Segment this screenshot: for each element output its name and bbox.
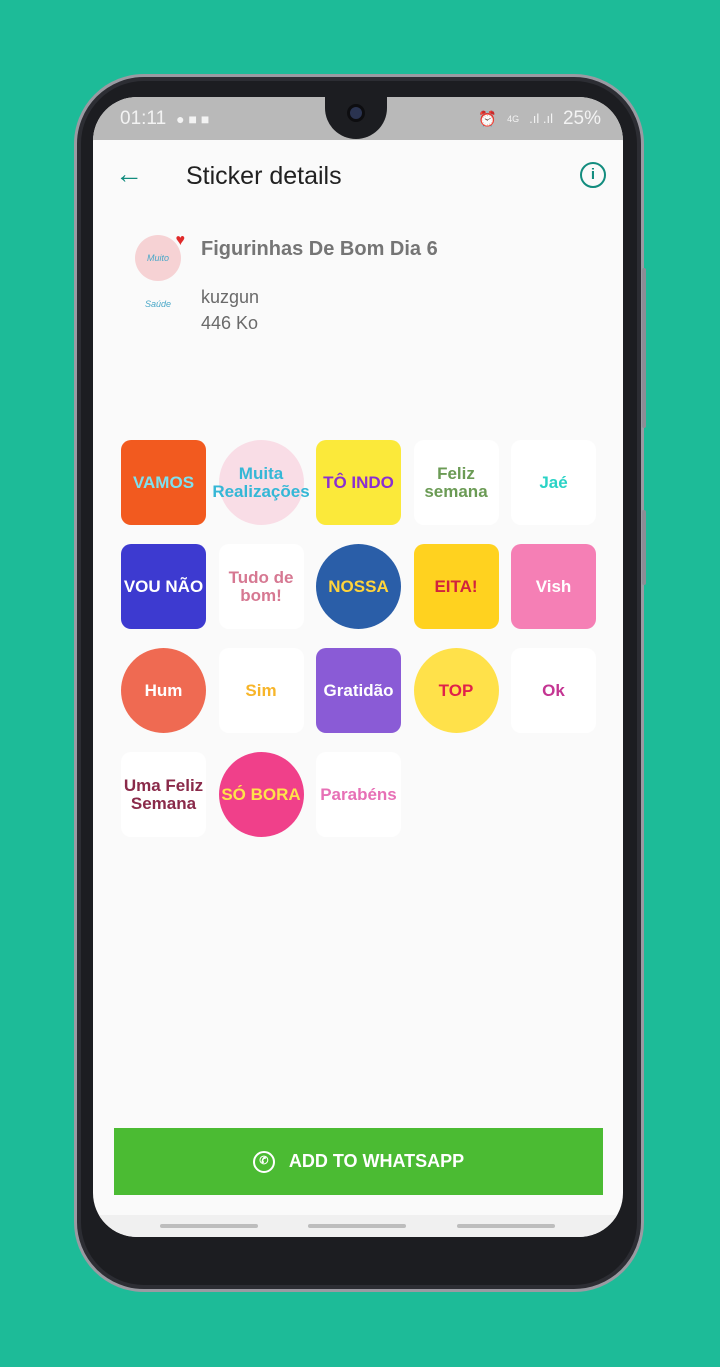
- sticker-grid: VAMOS Muita Realizações TÔ INDO Feliz seman…: [121, 440, 596, 837]
- sticker-item[interactable]: TOP: [413, 648, 499, 733]
- sticker-text: TÔ INDO: [323, 472, 394, 492]
- sticker-text: VAMOS: [132, 472, 195, 492]
- sticker-text: Jaé: [539, 472, 568, 492]
- sticker-item[interactable]: Tudo de bom!: [218, 544, 304, 629]
- arrow-left-icon[interactable]: ←: [115, 160, 143, 188]
- toolbar: ← Sticker details i: [93, 140, 623, 210]
- alarm-icon: ⏰: [478, 110, 498, 128]
- sticker-item[interactable]: Gratidão: [316, 648, 401, 733]
- info-icon[interactable]: i: [580, 162, 606, 188]
- navigation-bar: [93, 1215, 623, 1237]
- sticker-text: Gratidão: [323, 680, 394, 700]
- sticker-text: TOP: [438, 680, 474, 700]
- sticker-text: Uma Feliz Semana: [123, 775, 204, 813]
- sticker-text: Ok: [542, 680, 565, 700]
- sticker-item[interactable]: VOU NÃO: [121, 544, 206, 629]
- power-button: [642, 510, 646, 585]
- pack-header: Muito Saúde ♥ Figurinhas De Bom Dia 6 kuz…: [93, 210, 623, 410]
- battery-level: 25%: [562, 107, 601, 129]
- sticker-text: VOU NÃO: [123, 576, 204, 596]
- sticker-text: EITA!: [434, 576, 478, 596]
- sticker-item[interactable]: VAMOS: [121, 440, 206, 525]
- pack-name: Figurinhas De Bom Dia 6: [201, 238, 438, 260]
- sticker-item[interactable]: Feliz semana: [413, 440, 499, 525]
- sticker-text: Vish: [535, 576, 572, 596]
- sticker-item[interactable]: Jaé: [511, 440, 596, 525]
- status-time: 01:11: [120, 107, 167, 129]
- camera-icon: [347, 104, 365, 122]
- pack-publisher: kuzgun: [201, 287, 260, 307]
- sticker-item[interactable]: Muita Realizações: [212, 440, 310, 525]
- signal-icon: .ıl .ıl: [529, 111, 553, 126]
- add-to-whatsapp-button[interactable]: ✆ ADD TO WHATSAPP: [114, 1128, 603, 1195]
- sticker-text: SÓ BORA: [221, 784, 301, 804]
- sticker-text: Muita Realizações: [212, 463, 310, 501]
- sticker-text: Tudo de bom!: [228, 567, 294, 605]
- nav-back[interactable]: [457, 1224, 555, 1228]
- sticker-item[interactable]: Hum: [121, 648, 206, 733]
- sticker-item[interactable]: Uma Feliz Semana: [121, 752, 206, 837]
- network-type: 4G: [507, 113, 520, 124]
- tray-text: Muito Saúde: [144, 253, 172, 309]
- page-title: Sticker details: [186, 162, 342, 190]
- sticker-item[interactable]: Vish: [511, 544, 596, 629]
- sticker-text: Hum: [144, 680, 183, 700]
- sticker-item[interactable]: SÓ BORA: [218, 752, 304, 837]
- sticker-item[interactable]: NOSSA: [316, 544, 401, 629]
- heart-icon: ♥: [175, 232, 186, 249]
- sticker-item[interactable]: Ok: [511, 648, 596, 733]
- volume-button: [642, 268, 646, 428]
- notification-icons: ● ■ ■: [176, 110, 210, 127]
- pack-size: 446 Ko: [201, 313, 259, 333]
- sticker-text: Sim: [245, 680, 277, 700]
- nav-home[interactable]: [308, 1224, 406, 1228]
- whatsapp-icon: ✆: [252, 1150, 275, 1173]
- sticker-text: Feliz semana: [424, 463, 488, 501]
- sticker-text: NOSSA: [328, 576, 389, 596]
- sticker-text: Parabéns: [320, 784, 397, 804]
- sticker-item[interactable]: Sim: [218, 648, 304, 733]
- nav-recents[interactable]: [160, 1224, 258, 1228]
- add-button-label: ADD TO WHATSAPP: [288, 1151, 465, 1171]
- pack-tray-icon: Muito Saúde ♥: [135, 233, 185, 309]
- sticker-item[interactable]: TÔ INDO: [316, 440, 401, 525]
- sticker-item[interactable]: EITA!: [413, 544, 499, 629]
- sticker-item[interactable]: Parabéns: [316, 752, 401, 837]
- screen: 01:11 ● ■ ■ ⏰ 4G .ıl .ıl 25% ← Sticker detai…: [93, 97, 623, 1237]
